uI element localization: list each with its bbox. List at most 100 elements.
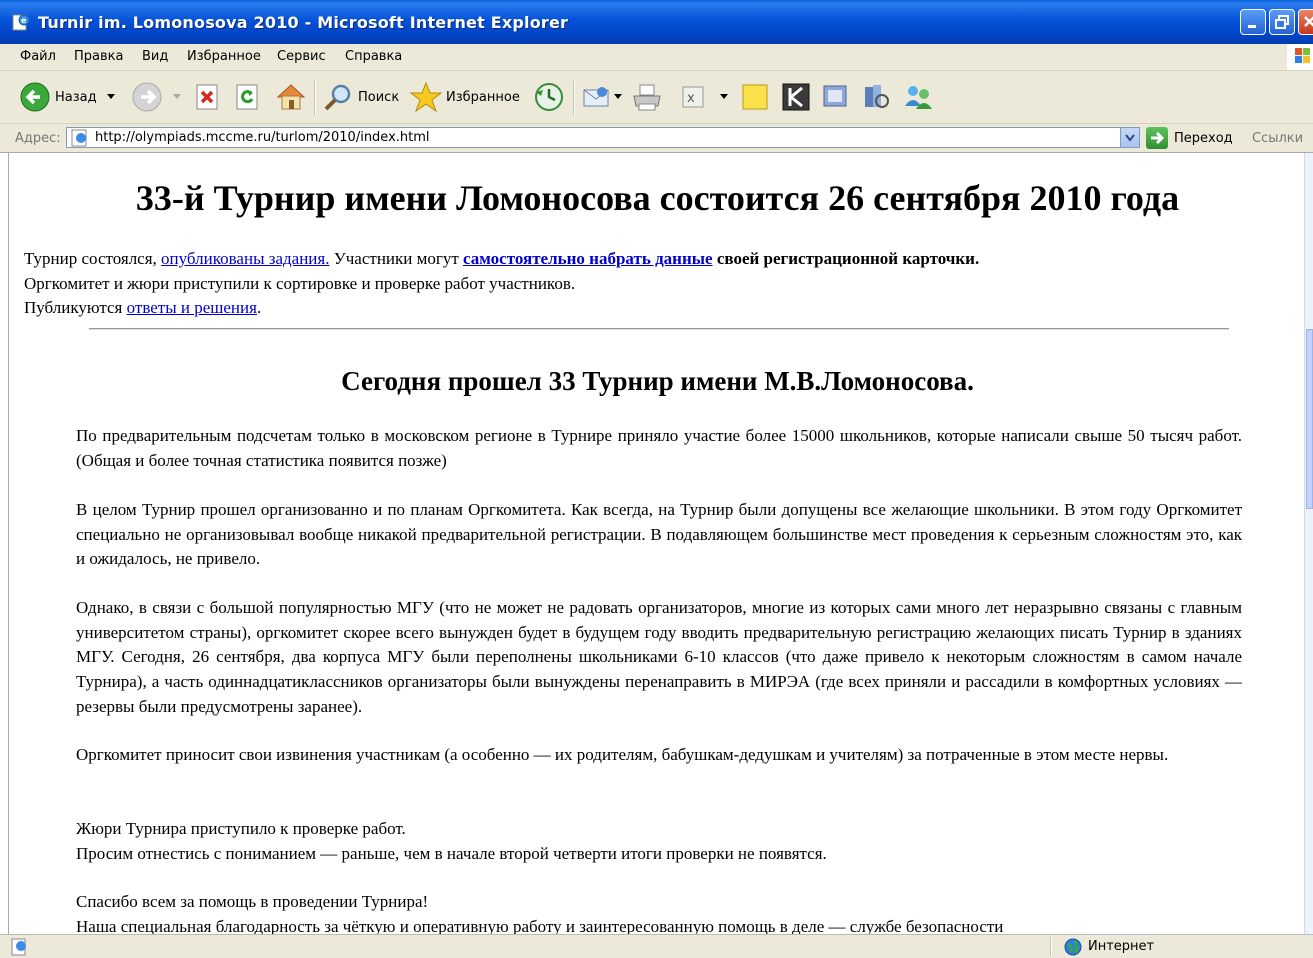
jury-line-2: Просим отнестись с пониманием — раньше, … <box>76 843 827 863</box>
thanks-line-2: Наша специальная благодарность за чёткую… <box>76 916 1004 934</box>
address-url[interactable]: http://olympiads.mccme.ru/turlom/2010/in… <box>95 130 430 145</box>
page-done-icon <box>11 938 26 956</box>
intro-line-2: Оргкомитет и жюри приступили к сортировк… <box>24 273 576 293</box>
go-label[interactable]: Переход <box>1174 131 1233 146</box>
forward-dropdown-icon[interactable] <box>172 93 182 101</box>
people-icon <box>905 86 932 109</box>
divider <box>89 328 1229 330</box>
svg-text:x: x <box>687 91 695 106</box>
maximize-button[interactable] <box>1269 9 1295 35</box>
menu-edit[interactable]: Правка <box>74 49 123 64</box>
scrollbar-thumb[interactable] <box>1306 329 1313 509</box>
menu-tools[interactable]: Сервис <box>277 49 326 64</box>
security-zone-label: Интернет <box>1088 939 1155 954</box>
toolbar: Назад Поиск Избранное x <box>0 71 1313 124</box>
back-arrow-icon <box>20 82 50 112</box>
close-icon <box>1304 16 1313 27</box>
mail-dropdown-icon[interactable] <box>613 93 623 101</box>
mail-button[interactable] <box>582 84 612 114</box>
svg-text:e: e <box>21 16 27 25</box>
ie-page-icon <box>71 129 87 147</box>
address-bar: Адрес: http://olympiads.mccme.ru/turlom/… <box>0 124 1313 153</box>
star-icon <box>409 81 443 113</box>
favorites-label[interactable]: Избранное <box>446 90 520 105</box>
go-button[interactable] <box>1146 127 1168 149</box>
stop-button[interactable] <box>195 84 221 114</box>
edit-dropdown-icon[interactable] <box>719 93 729 101</box>
search-label[interactable]: Поиск <box>358 90 399 105</box>
history-icon <box>535 83 563 111</box>
search-button[interactable] <box>322 82 354 116</box>
back-button[interactable] <box>20 82 50 116</box>
menu-help[interactable]: Справка <box>345 49 402 64</box>
favorites-button[interactable] <box>409 81 443 117</box>
jury-line-1: Жюри Турнира приступило к проверке работ… <box>76 819 406 838</box>
go-arrow-icon <box>1151 131 1165 145</box>
edit-excel-button[interactable]: x <box>680 84 706 114</box>
forward-arrow-icon <box>132 82 162 112</box>
research-button[interactable] <box>860 82 892 116</box>
status-separator <box>1050 937 1052 956</box>
globe-icon <box>1064 938 1082 956</box>
sticky-note-icon <box>742 84 768 110</box>
back-dropdown-icon[interactable] <box>106 93 116 101</box>
home-button[interactable] <box>275 82 307 116</box>
ie-page-icon: e <box>12 14 30 31</box>
paragraph-thanks: Спасибо всем за помощь в проведении Турн… <box>76 890 1242 934</box>
page-heading: 33-й Турнир имени Ломоносова состоится 2… <box>135 178 1180 218</box>
history-button[interactable] <box>533 82 565 116</box>
stop-icon <box>196 84 218 110</box>
intro-line-1: Турнир состоялся, опубликованы задания. … <box>24 247 979 272</box>
menu-view[interactable]: Вид <box>142 49 168 64</box>
paragraph-registration: Однако, в связи с большой популярностью … <box>76 598 1242 716</box>
menu-favorites[interactable]: Избранное <box>187 49 261 64</box>
menu-bar: Файл Правка Вид Избранное Сервис Справка <box>0 44 1313 71</box>
close-button[interactable] <box>1298 9 1313 35</box>
intro-text: Турнир состоялся, <box>24 249 162 268</box>
minimize-icon <box>1248 25 1256 28</box>
intro-text: Участники могут <box>329 249 464 268</box>
toolbar-separator <box>314 79 316 115</box>
intro-text: Публикуются <box>24 298 127 317</box>
paragraph-statistics: По предварительным подсчетам только в мо… <box>76 426 1242 470</box>
printer-icon <box>633 84 661 111</box>
excel-icon: x <box>682 86 704 108</box>
toolbar-separator <box>573 79 575 115</box>
forward-button[interactable] <box>132 82 162 116</box>
page-content: 33-й Турнир имени Ломоносова состоится 2… <box>8 153 1306 934</box>
answers-solutions-link[interactable]: ответы и решения <box>127 298 257 317</box>
paragraph-organization: В целом Турнир прошел организованно и по… <box>76 500 1242 569</box>
vertical-scrollbar[interactable] <box>1304 153 1313 934</box>
windows-logo-icon <box>1287 44 1313 70</box>
paragraph-apology: Оргкомитет приносит свои извинения участ… <box>76 745 1169 764</box>
print-button[interactable] <box>631 82 663 116</box>
k-icon <box>782 83 810 111</box>
registration-data-link[interactable]: самостоятельно набрать данные <box>463 249 713 268</box>
messenger-icon <box>823 85 847 107</box>
back-label[interactable]: Назад <box>55 90 97 105</box>
k-button[interactable] <box>781 82 811 116</box>
links-label[interactable]: Ссылки <box>1252 131 1303 146</box>
search-icon <box>324 84 351 111</box>
title-bar[interactable]: e Turnir im. Lomonosova 2010 - Microsoft… <box>0 0 1313 44</box>
window-title: Turnir im. Lomonosova 2010 - Microsoft I… <box>38 13 569 32</box>
status-bar: Интернет <box>0 934 1313 958</box>
messenger-button[interactable] <box>820 82 852 116</box>
contacts-button[interactable] <box>902 82 934 116</box>
address-input[interactable]: http://olympiads.mccme.ru/turlom/2010/in… <box>66 127 1140 148</box>
intro-bold-text: своей регистрационной карточки. <box>712 249 980 268</box>
notes-button[interactable] <box>740 82 770 116</box>
restore-icon <box>1275 15 1289 29</box>
menu-file[interactable]: Файл <box>20 49 56 64</box>
intro-block: Турнир состоялся, опубликованы задания. … <box>24 247 979 321</box>
address-dropdown-button[interactable] <box>1120 128 1139 147</box>
thanks-line-1: Спасибо всем за помощь в проведении Турн… <box>76 892 429 911</box>
research-icon <box>865 85 889 108</box>
minimize-button[interactable] <box>1240 9 1266 35</box>
refresh-button[interactable] <box>235 84 261 114</box>
home-icon <box>276 84 306 110</box>
intro-text: . <box>256 298 262 317</box>
paragraph-jury: Жюри Турнира приступило к проверке работ… <box>76 817 1242 866</box>
tasks-link[interactable]: опубликованы задания. <box>161 249 329 268</box>
intro-line-3: Публикуются ответы и решения. <box>24 296 979 321</box>
